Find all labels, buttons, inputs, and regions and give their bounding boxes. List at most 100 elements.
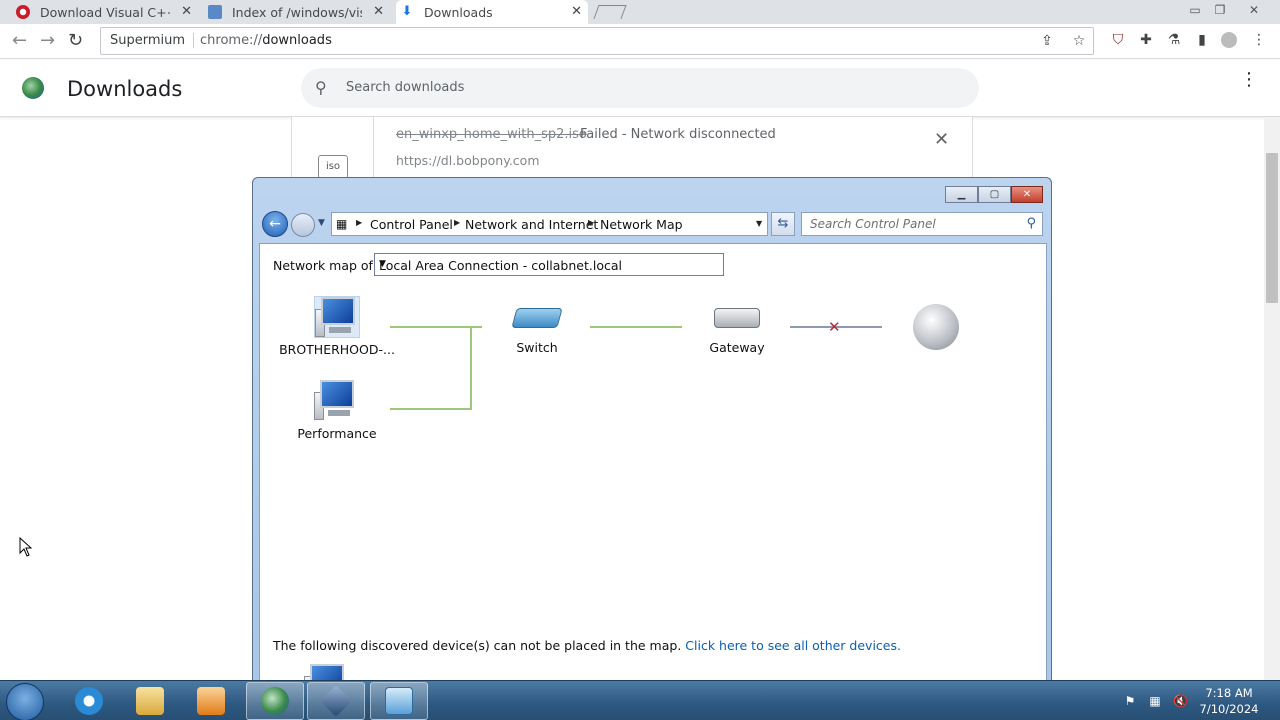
clock-date: 7/10/2024 (1199, 702, 1259, 716)
breadcrumb-network-internet[interactable]: Network and Internet (465, 217, 598, 232)
new-tab-button[interactable] (593, 5, 627, 19)
device-label: Gateway (709, 340, 765, 355)
maximize-button[interactable]: ▢ (978, 186, 1011, 203)
device-switch[interactable]: Switch (500, 304, 574, 355)
close-window-button[interactable]: ✕ (1245, 3, 1263, 17)
tab-close-icon[interactable]: ✕ (373, 4, 384, 19)
search-downloads-input[interactable]: ⚲ Search downloads (301, 68, 979, 108)
download-filename[interactable]: en_winxp_home_with_sp2.iso (396, 127, 587, 142)
tab-close-icon[interactable]: ✕ (571, 4, 582, 19)
file-icon: iso (318, 155, 348, 179)
connection-select[interactable]: Local Area Connection - collabnet.local … (374, 253, 724, 276)
device-performance[interactable]: Performance (290, 380, 384, 441)
tab-title: Index of /windows/vista (232, 4, 362, 20)
mouse-cursor-icon (19, 537, 33, 557)
router-icon (714, 308, 760, 328)
forward-arrow-icon[interactable]: → (40, 30, 55, 51)
search-placeholder: Search Control Panel (810, 217, 936, 231)
search-control-panel-input[interactable]: Search Control Panel ⚲ (801, 212, 1043, 236)
computer-icon (314, 296, 360, 338)
refresh-button[interactable]: ⇆ (771, 212, 795, 236)
tab-visual-cpp[interactable]: Download Visual C++ R ✕ (12, 0, 198, 24)
breadcrumb-arrow-icon[interactable]: ▶ (454, 218, 460, 227)
back-button[interactable]: ← (262, 211, 288, 237)
taskbar-ie[interactable] (60, 682, 118, 720)
scrollbar-thumb[interactable] (1266, 153, 1278, 303)
network-tray-icon[interactable]: ▦ (1148, 694, 1162, 708)
recent-pages-dropdown-icon[interactable]: ▼ (318, 218, 325, 228)
download-icon: ⬇ (401, 4, 413, 19)
taskbar-supermium[interactable] (246, 682, 304, 720)
device-gateway[interactable]: Gateway (700, 304, 774, 355)
download-status: Failed - Network disconnected (580, 127, 776, 142)
network-map-panel: Network map of Local Area Connection - c… (259, 243, 1047, 689)
extensions-puzzle-icon[interactable]: ✚ (1138, 32, 1154, 48)
more-actions-icon[interactable]: ⋮ (1240, 71, 1258, 89)
control-panel-icon: ▦ (336, 217, 348, 231)
downloads-header: Downloads ⚲ Search downloads ⋮ (0, 60, 1280, 117)
bookmark-star-icon[interactable]: ☆ (1071, 33, 1087, 49)
minimize-button[interactable]: ▁ (945, 186, 978, 203)
breadcrumb-control-panel[interactable]: Control Panel (370, 217, 453, 232)
flask-icon[interactable]: ⚗ (1166, 32, 1182, 48)
disconnected-x-icon: ✕ (828, 318, 841, 336)
network-map-window: ▁ ▢ ✕ ← ▼ ▦ ▶ Control Panel ▶ Network an… (252, 177, 1052, 689)
url-prefix: chrome:// (200, 33, 263, 48)
restore-button[interactable]: ❐ (1211, 3, 1229, 17)
device-label: BROTHERHOOD-... (279, 342, 395, 357)
side-panel-icon[interactable]: ▮ (1194, 32, 1210, 48)
system-clock[interactable]: 7:18 AM 7/10/2024 (1196, 685, 1262, 717)
address-dropdown-icon[interactable]: ▼ (756, 219, 762, 228)
device-brotherhood[interactable]: BROTHERHOOD-... (278, 296, 396, 357)
search-icon: ⚲ (315, 78, 327, 97)
undiscovered-devices-note: The following discovered device(s) can n… (273, 638, 901, 653)
taskbar-control-panel[interactable] (370, 682, 428, 720)
download-url[interactable]: https://dl.bobpony.com (396, 153, 540, 168)
reload-icon[interactable]: ↻ (68, 30, 83, 51)
url-host: downloads (262, 33, 332, 48)
close-button[interactable]: ✕ (1011, 186, 1043, 203)
start-button[interactable] (6, 683, 44, 720)
page-icon (208, 5, 222, 19)
volume-muted-icon[interactable]: 🔇 (1173, 694, 1188, 708)
control-panel-icon (385, 687, 413, 715)
url-text: chrome://downloads (200, 33, 332, 48)
breadcrumb-network-map[interactable]: Network Map (600, 217, 683, 232)
tab-downloads[interactable]: ⬇ Downloads ✕ (396, 0, 588, 24)
breadcrumb[interactable]: ▦ ▶ Control Panel ▶ Network and Internet… (331, 212, 768, 236)
opera-icon (16, 5, 30, 19)
page-scrollbar[interactable] (1264, 117, 1280, 680)
device-label: Switch (516, 340, 558, 355)
profile-avatar-icon[interactable] (1221, 32, 1237, 48)
search-placeholder: Search downloads (346, 80, 465, 95)
taskbar-virtualbox[interactable] (307, 682, 365, 720)
address-bar[interactable]: Supermium chrome://downloads ⇪ ☆ (100, 27, 1094, 55)
back-arrow-icon[interactable]: ← (12, 30, 27, 51)
internet-globe-icon[interactable] (913, 304, 959, 350)
tab-close-icon[interactable]: ✕ (181, 4, 192, 19)
search-icon[interactable]: ⚲ (1026, 216, 1036, 231)
remove-download-icon[interactable]: ✕ (934, 129, 949, 150)
page-title: Downloads (67, 77, 183, 101)
computer-icon (314, 380, 360, 422)
cube-icon (320, 685, 352, 717)
clock-time: 7:18 AM (1205, 686, 1253, 700)
breadcrumb-arrow-icon[interactable]: ▶ (356, 218, 362, 227)
ublock-icon[interactable]: ⛉ (1110, 32, 1126, 48)
see-other-devices-link[interactable]: Click here to see all other devices. (685, 638, 901, 653)
site-chip: Supermium (110, 33, 195, 48)
minimize-button[interactable]: ▭ (1186, 3, 1204, 17)
tab-title: Download Visual C++ R (40, 4, 170, 20)
tab-index-windows[interactable]: Index of /windows/vista ✕ (204, 0, 390, 24)
breadcrumb-arrow-icon[interactable]: ▶ (588, 218, 594, 227)
action-center-flag-icon[interactable]: ⚑ (1123, 694, 1137, 708)
window-controls: ▁ ▢ ✕ (945, 186, 1043, 203)
internet-explorer-icon (75, 687, 103, 715)
folder-icon (136, 687, 164, 715)
share-icon[interactable]: ⇪ (1039, 33, 1055, 49)
switch-icon (511, 308, 563, 328)
taskbar-explorer[interactable] (121, 682, 179, 720)
forward-button[interactable] (291, 213, 315, 237)
menu-dots-icon[interactable]: ⋮ (1251, 32, 1267, 48)
taskbar-media-player[interactable] (182, 682, 240, 720)
